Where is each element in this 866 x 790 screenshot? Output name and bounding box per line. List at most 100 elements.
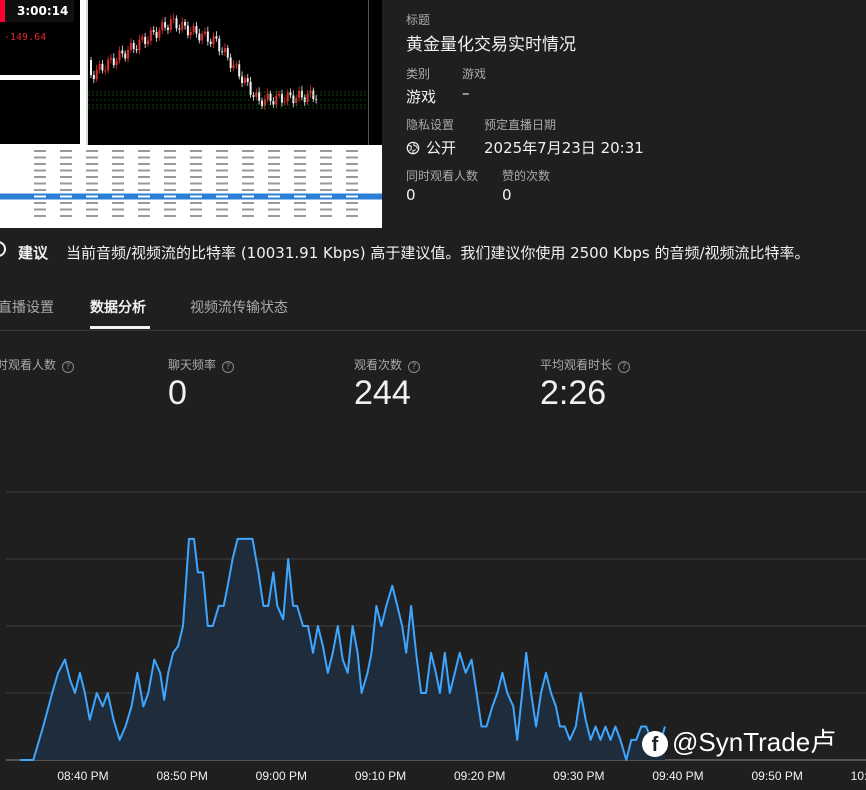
table-cell [242,195,254,198]
table-cell [34,150,46,152]
table-cell [34,202,46,204]
x-tick-label: 08:40 PM [57,769,108,783]
candle-body [178,28,181,30]
candle-body [195,26,198,34]
table-cell [86,195,98,198]
tab-stream-health[interactable]: 视频流传输状态 [190,297,288,317]
table-cell [138,150,150,152]
candle-body [212,36,215,45]
game-value: – [462,84,470,102]
table-cell [190,215,202,217]
tab-stream-settings[interactable]: 直播设置 [0,297,54,317]
candle-body [223,48,226,52]
help-icon[interactable]: ? [618,361,631,373]
table-cell [164,182,176,185]
candle-body [266,93,269,100]
candle-body [221,51,224,53]
table-cell [164,176,176,178]
likes-value: 0 [502,186,512,204]
candle-body [149,30,152,41]
candle-body [298,90,301,98]
privacy-label: 隐私设置 [406,118,455,132]
candle-body [124,53,127,59]
table-cell [216,169,228,172]
watermark: f @SynTrade卢 [642,722,836,759]
metric-concurrent-label: 时观看人数? [0,356,75,373]
table-cell [138,202,150,204]
table-cell [216,182,228,185]
candle-body [127,49,130,59]
table-cell [112,208,124,211]
candle-body [229,57,232,68]
stream-preview[interactable]: -149.64 5771 3:00:14 [0,0,382,228]
table-cell [346,215,358,217]
table-cell [60,195,72,198]
candle-body [232,64,235,68]
candle-body [135,49,138,51]
metric-concurrent-text: 时观看人数 [0,358,57,372]
candle-body [278,93,281,96]
table-cell [242,150,254,152]
table-cell [190,156,202,159]
table-cell [268,208,280,211]
privacy-text: 公开 [426,139,457,157]
table-cell [60,150,72,152]
candle-body [144,36,147,45]
table-cell [294,202,306,204]
table-cell [268,150,280,152]
table-cell [190,176,202,178]
table-cell [138,156,150,159]
table-cell [216,202,228,204]
scheduled-label: 预定直播日期 [484,118,557,132]
table-cell [346,182,358,185]
table-cell [216,176,228,178]
table-cell [164,202,176,204]
table-cell [60,156,72,159]
table-cell [320,169,332,172]
category-value: 游戏 [406,88,437,106]
table-cell [190,163,202,165]
candlestick-svg [88,13,370,110]
x-tick-label: 09:50 PM [751,769,802,783]
table-cell [138,176,150,178]
table-cell [34,195,46,198]
table-cell [60,182,72,185]
table-cell [112,176,124,178]
table-cell [86,215,98,217]
candle-body [249,81,252,95]
table-cell [138,215,150,217]
table-cell [346,189,358,191]
metric-chat-label: 聊天频率? [168,356,235,373]
table-cell [320,208,332,211]
candle-body [218,38,221,52]
x-tick-label: 09:00 PM [256,769,307,783]
privacy-value: 公开 [406,137,456,158]
table-cell [268,215,280,217]
candle-body [192,26,195,32]
table-cell [320,189,332,191]
table-cell [320,195,332,198]
help-icon[interactable]: ? [408,361,421,373]
table-cell [242,176,254,178]
table-cell [112,163,124,165]
candle-body [147,40,149,45]
table-cell [138,208,150,211]
table-cell [164,156,176,159]
table-cell [242,202,254,204]
table-cell [138,189,150,191]
help-icon[interactable]: ? [62,361,75,373]
table-cell [112,202,124,204]
table-cell [60,169,72,172]
table-cell [346,195,358,198]
tab-analytics[interactable]: 数据分析 [90,297,146,317]
suggestion-title: 建议 [18,244,49,262]
candle-body [175,18,178,29]
candle-body [181,21,184,30]
table-cell [294,163,306,165]
table-cell [60,163,72,165]
table-cell [216,195,228,198]
help-icon[interactable]: ? [222,361,235,373]
table-cell [112,195,124,198]
table-cell [268,176,280,178]
table-cell [190,169,202,172]
